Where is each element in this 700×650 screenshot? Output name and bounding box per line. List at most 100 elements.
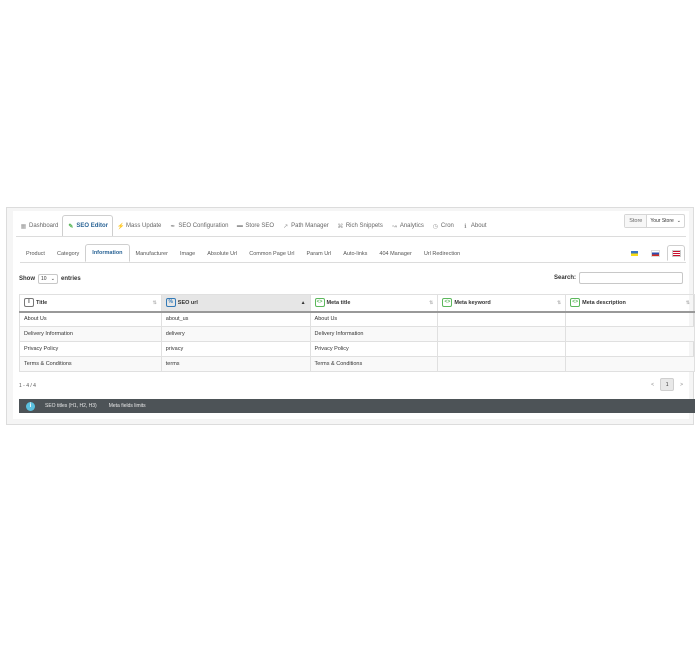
cell-seo-url[interactable]: terms [160, 356, 311, 372]
nav-tab-analytics[interactable]: ↝ Analytics [387, 216, 428, 236]
table-row: Delivery Information delivery Delivery I… [19, 326, 695, 342]
info-icon: i [26, 401, 35, 411]
cell-meta-description[interactable] [565, 341, 695, 357]
chevron-down-icon: ⌄ [676, 218, 681, 224]
uk-flag-icon [671, 249, 681, 257]
sort-icon: ⇅ [556, 300, 562, 306]
subtab-404-manager[interactable]: 404 Manager [373, 245, 417, 262]
table-row: Terms & Conditions terms Terms & Conditi… [19, 356, 695, 372]
cell-title[interactable]: Delivery Information [19, 326, 162, 342]
cell-seo-url[interactable]: about_us [160, 311, 311, 327]
subtab-url-redirection[interactable]: Url Redirection [418, 245, 466, 262]
page-length-control: Show 10 ⌄ entries [19, 274, 81, 284]
language-tab-ru[interactable] [646, 245, 664, 261]
column-header-seo-url[interactable]: % SEO url ▲ [160, 294, 311, 313]
column-header-meta-keyword[interactable]: <> Meta keyword ⇅ [437, 294, 567, 313]
show-label: Show [19, 276, 35, 282]
nav-tab-seo-configuration[interactable]: ✒ SEO Configuration [165, 216, 232, 236]
store-label: Store [625, 215, 648, 227]
seo-module-panel: ▦ Dashboard ✎ SEO Editor ⚡ Mass Update ✒ SEO… [6, 207, 695, 425]
clock-icon: ◷ [432, 223, 438, 230]
help-link-meta-fields-limits[interactable]: Meta fields limits [109, 403, 146, 409]
mass-update-icon: ⚡ [117, 223, 125, 230]
subtab-category[interactable]: Category [51, 245, 85, 262]
table-row: About Us about_us About Us [19, 311, 695, 327]
subtab-common-page-url[interactable]: Common Page Url [243, 245, 300, 262]
meta-keyword-icon: <> [442, 298, 453, 308]
subtab-auto-links[interactable]: Auto-links [337, 245, 373, 262]
help-bar: i SEO titles (H1, H2, H3) Meta fields li… [19, 399, 695, 413]
nav-tab-mass-update[interactable]: ⚡ Mass Update [113, 216, 165, 236]
cell-meta-title[interactable]: About Us [309, 311, 439, 327]
column-header-meta-description[interactable]: <> Meta description ⇅ [565, 294, 695, 313]
entity-tabs: Product Category Information Manufacture… [20, 244, 466, 262]
language-tab-ua[interactable] [625, 245, 643, 261]
language-tab-en[interactable] [667, 245, 685, 261]
nav-divider [16, 236, 686, 237]
nav-tab-path-manager[interactable]: ↗ Path Manager [278, 216, 333, 236]
cell-meta-keyword[interactable] [437, 356, 567, 372]
title-icon: I [24, 298, 34, 308]
previous-page-button[interactable]: < [651, 382, 654, 388]
cell-meta-title[interactable]: Delivery Information [309, 326, 439, 342]
meta-title-icon: <> [314, 298, 325, 308]
subtab-absolute-url[interactable]: Absolute Url [201, 245, 243, 262]
cell-meta-description[interactable] [565, 326, 695, 342]
pagination: < 1 > [651, 378, 683, 391]
store-icon: ▬ [236, 223, 243, 229]
subtab-divider [20, 262, 686, 263]
language-tabs [625, 245, 685, 261]
cell-seo-url[interactable]: delivery [160, 326, 311, 342]
column-header-title[interactable]: I Title ⇅ [19, 294, 162, 313]
nav-tab-dashboard[interactable]: ▦ Dashboard [16, 216, 62, 236]
help-link-seo-titles[interactable]: SEO titles (H1, H2, H3) [45, 403, 97, 409]
nav-tab-seo-editor[interactable]: ✎ SEO Editor [62, 215, 114, 236]
entries-label: entries [61, 276, 81, 282]
module-content: ▦ Dashboard ✎ SEO Editor ⚡ Mass Update ✒ SEO… [13, 211, 695, 419]
dashboard-icon: ▦ [20, 223, 27, 230]
info-icon: ℹ [464, 223, 467, 230]
wrench-icon: ✒ [170, 223, 176, 230]
meta-description-icon: <> [570, 298, 581, 308]
chevron-down-icon: ⌄ [50, 276, 55, 282]
cell-meta-keyword[interactable] [437, 326, 567, 342]
subtab-image[interactable]: Image [174, 245, 201, 262]
seo-table: I Title ⇅ % SEO url ▲ <> Meta title ⇅ <> Meta k… [19, 294, 695, 372]
nav-tab-store-seo[interactable]: ▬ Store SEO [232, 216, 278, 236]
table-header-row: I Title ⇅ % SEO url ▲ <> Meta title ⇅ <> Meta k… [19, 294, 695, 313]
cell-meta-title[interactable]: Terms & Conditions [309, 356, 439, 372]
cell-meta-keyword[interactable] [437, 341, 567, 357]
cell-meta-title[interactable]: Privacy Policy [309, 341, 439, 357]
cell-meta-keyword[interactable] [437, 311, 567, 327]
cell-seo-url[interactable]: privacy [160, 341, 311, 357]
main-nav: ▦ Dashboard ✎ SEO Editor ⚡ Mass Update ✒ SEO… [16, 214, 491, 236]
subtab-manufacturer[interactable]: Manufacturer [130, 245, 174, 262]
nav-tab-rich-snippets[interactable]: ⌘ Rich Snippets [333, 216, 387, 236]
table-search: Search: [554, 272, 683, 284]
cell-meta-description[interactable] [565, 311, 695, 327]
nav-tab-about[interactable]: ℹ About [458, 216, 491, 236]
analytics-icon: ↝ [391, 223, 397, 230]
subtab-information[interactable]: Information [85, 244, 130, 262]
subtab-product[interactable]: Product [20, 245, 51, 262]
entries-select[interactable]: 10 ⌄ [38, 274, 58, 284]
store-select[interactable]: Your Store ⌄ [647, 218, 684, 224]
link-icon: % [165, 298, 176, 308]
edit-icon: ✎ [68, 223, 74, 230]
next-page-button[interactable]: > [680, 382, 683, 388]
table-row: Privacy Policy privacy Privacy Policy [19, 341, 695, 357]
sort-ascending-icon: ▲ [300, 300, 306, 306]
search-input[interactable] [579, 272, 683, 284]
subtab-param-url[interactable]: Param Url [300, 245, 337, 262]
cell-title[interactable]: Terms & Conditions [19, 356, 162, 372]
table-info: 1 - 4 / 4 [19, 383, 36, 389]
column-header-meta-title[interactable]: <> Meta title ⇅ [309, 294, 439, 313]
cell-title[interactable]: Privacy Policy [19, 341, 162, 357]
cell-meta-description[interactable] [565, 356, 695, 372]
path-icon: ↗ [283, 223, 289, 230]
nav-tab-cron[interactable]: ◷ Cron [428, 216, 458, 236]
ukraine-flag-icon [630, 250, 638, 256]
cell-title[interactable]: About Us [19, 311, 162, 327]
russia-flag-icon [650, 249, 660, 257]
page-button-1[interactable]: 1 [660, 378, 675, 391]
